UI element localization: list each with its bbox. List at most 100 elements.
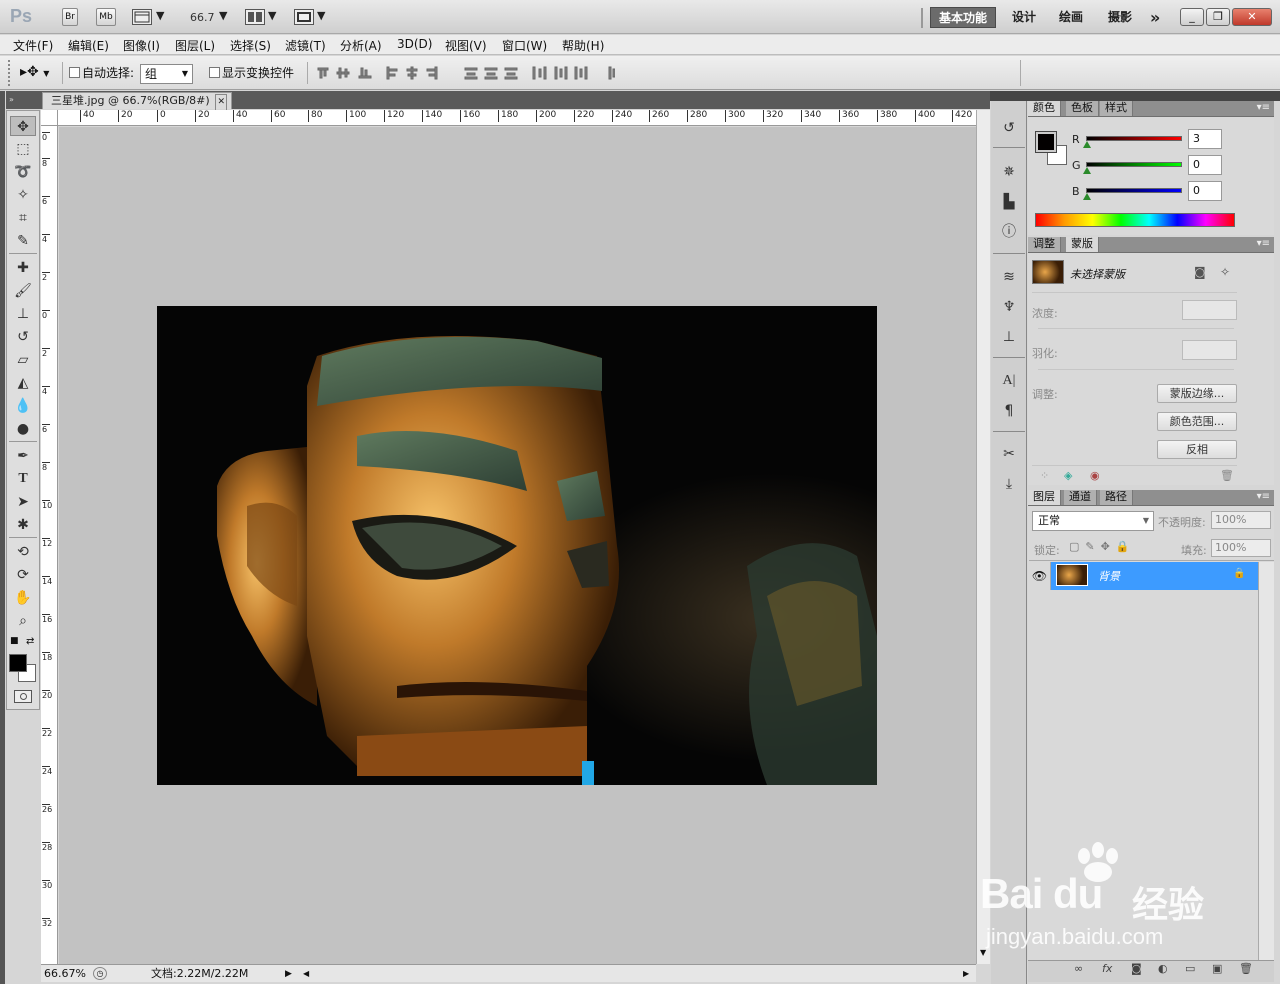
screen-mode-dropdown[interactable]: ▼	[317, 9, 325, 22]
swap-colors-icon[interactable]: ⇄	[26, 636, 34, 647]
align-distribute-icons[interactable]	[315, 64, 615, 82]
load-selection-icon[interactable]: ⁘	[1040, 469, 1049, 482]
apply-mask-icon[interactable]: ◈	[1064, 469, 1072, 482]
eyedropper-tool[interactable]: ✎	[10, 231, 36, 251]
show-transform-checkbox[interactable]	[209, 67, 220, 78]
panel-menu-icon[interactable]: ▾≡	[1257, 102, 1270, 113]
crop-tool[interactable]: ⌗	[10, 208, 36, 228]
feather-field[interactable]	[1182, 340, 1237, 360]
new-layer-icon[interactable]: ▣	[1212, 962, 1222, 975]
shape-tool[interactable]: ✱	[10, 515, 36, 535]
tool-presets-icon[interactable]: ✂	[998, 443, 1020, 465]
history-brush-tool[interactable]: ↺	[10, 327, 36, 347]
tab-paths[interactable]: 路径	[1100, 490, 1133, 505]
tab-adjustments[interactable]: 调整	[1028, 237, 1061, 252]
workspace-design[interactable]: 设计	[1012, 7, 1036, 28]
ruler-origin[interactable]	[41, 110, 58, 126]
layer-name[interactable]: 背景	[1098, 568, 1120, 584]
clone-stamp-tool[interactable]: ⊥	[10, 304, 36, 324]
color-range-button[interactable]: 颜色范围...	[1157, 412, 1237, 431]
brushes-panel-icon[interactable]: ≋	[998, 266, 1020, 288]
canvas-vertical-scrollbar[interactable]: ▼	[976, 110, 990, 964]
view-extras-button[interactable]	[132, 9, 152, 25]
healing-brush-tool[interactable]: ✚	[10, 258, 36, 278]
horizontal-ruler[interactable]: 40 20 0 20 40 60 80 100 120 140 160 180 …	[58, 110, 976, 126]
layers-scrollbar[interactable]	[1258, 562, 1274, 960]
auto-select-dropdown[interactable]: 组 ▼	[140, 64, 193, 84]
red-slider-knob[interactable]	[1083, 141, 1091, 148]
character-panel-icon[interactable]: A|	[998, 370, 1020, 392]
actions-panel-icon[interactable]: ⤓	[998, 473, 1020, 495]
brush-tool[interactable]: 🖌	[10, 281, 36, 301]
menu-layer[interactable]: 图层(L)	[175, 37, 215, 54]
tab-masks[interactable]: 蒙版	[1066, 237, 1099, 252]
pen-tool[interactable]: ✒	[10, 446, 36, 466]
workspace-more-button[interactable]: »	[1150, 7, 1160, 28]
fill-input[interactable]: 100%	[1211, 539, 1271, 557]
histogram-panel-icon[interactable]: ▙	[998, 191, 1020, 213]
layer-visibility-eye-icon[interactable]: 👁	[1029, 562, 1051, 590]
add-mask-icon[interactable]: ◙	[1131, 962, 1142, 975]
tab-styles[interactable]: 样式	[1100, 101, 1133, 116]
auto-select-checkbox[interactable]	[69, 67, 80, 78]
clone-source-icon[interactable]: ⊥	[998, 326, 1020, 348]
tab-swatches[interactable]: 色板	[1066, 101, 1099, 116]
trash-icon[interactable]: 🗑	[1220, 469, 1234, 482]
status-zoom[interactable]: 66.67%	[44, 966, 86, 982]
paragraph-panel-icon[interactable]: ¶	[998, 400, 1020, 422]
history-panel-icon[interactable]: ↺	[998, 117, 1020, 139]
adjustment-layer-icon[interactable]: ◐	[1158, 962, 1168, 975]
menu-window[interactable]: 窗口(W)	[502, 37, 547, 54]
panel-menu-icon[interactable]: ▾≡	[1257, 238, 1270, 249]
pixel-mask-icon[interactable]: ◙	[1194, 265, 1206, 279]
hscroll-right-icon[interactable]: ▶	[963, 966, 969, 982]
green-slider[interactable]	[1086, 162, 1182, 167]
blend-mode-select[interactable]: 正常 ▼	[1032, 511, 1154, 531]
vector-mask-icon[interactable]: ✧	[1220, 265, 1230, 279]
default-colors-icon[interactable]: ■	[10, 636, 19, 646]
tab-layers[interactable]: 图层	[1028, 490, 1061, 505]
workspace-essentials[interactable]: 基本功能	[930, 7, 996, 28]
document-image[interactable]	[157, 306, 877, 785]
red-value-input[interactable]: 3	[1188, 129, 1222, 149]
minimize-button[interactable]: _	[1180, 8, 1204, 26]
move-tool[interactable]: ✥	[10, 116, 36, 136]
3d-orbit-tool[interactable]: ⟳	[10, 565, 36, 585]
color-spectrum-bar[interactable]	[1035, 213, 1235, 227]
marquee-tool[interactable]: ⬚	[10, 139, 36, 159]
density-field[interactable]	[1182, 300, 1237, 320]
menu-3d[interactable]: 3D(D)	[397, 37, 432, 51]
panel-dock-header[interactable]	[990, 91, 1280, 101]
layer-style-icon[interactable]: fx	[1102, 962, 1112, 975]
status-menu-arrow[interactable]: ▶	[285, 966, 292, 982]
lasso-tool[interactable]: ➰	[10, 162, 36, 182]
screen-mode-button[interactable]	[294, 9, 314, 25]
menu-help[interactable]: 帮助(H)	[562, 37, 604, 54]
zoom-level[interactable]: 66.7	[190, 11, 215, 24]
workspace-painting[interactable]: 绘画	[1059, 7, 1083, 28]
menu-edit[interactable]: 编辑(E)	[68, 37, 109, 54]
menu-view[interactable]: 视图(V)	[445, 37, 487, 54]
hand-tool[interactable]: ✋	[10, 588, 36, 608]
quick-mask-button[interactable]	[14, 690, 32, 703]
blue-value-input[interactable]: 0	[1188, 181, 1222, 201]
restore-button[interactable]: ❐	[1206, 8, 1230, 26]
tab-color[interactable]: 颜色	[1028, 101, 1061, 116]
options-grip[interactable]	[8, 60, 14, 86]
move-tool-preset[interactable]: ▸✥ ▼	[20, 64, 49, 80]
menu-select[interactable]: 选择(S)	[230, 37, 271, 54]
menu-image[interactable]: 图像(I)	[123, 37, 160, 54]
invert-button[interactable]: 反相	[1157, 440, 1237, 459]
close-document-icon[interactable]: ✕	[215, 94, 227, 111]
view-extras-dropdown[interactable]: ▼	[156, 9, 164, 22]
menu-filter[interactable]: 滤镜(T)	[285, 37, 326, 54]
brush-presets-icon[interactable]: ♆	[998, 296, 1020, 318]
blur-tool[interactable]: 💧	[10, 396, 36, 416]
menu-analysis[interactable]: 分析(A)	[340, 37, 382, 54]
lock-icons[interactable]: ▢✎✥🔒	[1069, 540, 1136, 553]
mini-bridge-button[interactable]: Mb	[96, 8, 116, 26]
document-tab[interactable]: 三星堆.jpg @ 66.7%(RGB/8#) ✕	[42, 92, 232, 111]
toolbox-header[interactable]: »	[6, 91, 40, 109]
mask-edge-button[interactable]: 蒙版边缘...	[1157, 384, 1237, 403]
paint-bucket-tool[interactable]: ◭	[10, 373, 36, 393]
